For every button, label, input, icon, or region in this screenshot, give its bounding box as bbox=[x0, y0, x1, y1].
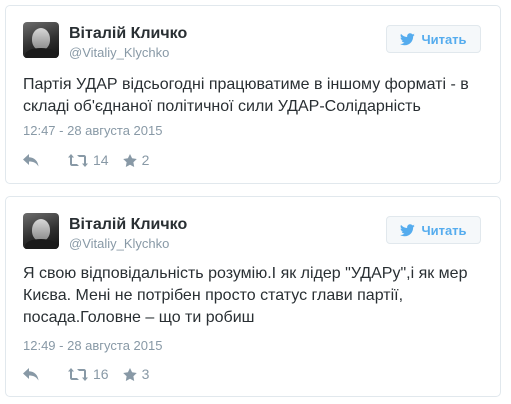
twitter-bird-icon bbox=[400, 32, 416, 45]
retweet-count: 14 bbox=[93, 152, 109, 168]
follow-button[interactable]: Читать bbox=[386, 216, 481, 244]
avatar[interactable] bbox=[23, 22, 59, 58]
retweet-icon bbox=[68, 367, 88, 381]
retweet-button[interactable]: 16 bbox=[68, 366, 109, 382]
favorite-button[interactable]: 2 bbox=[122, 152, 150, 168]
tweet-text: Партія УДАР відсьогодні працюватиме в ін… bbox=[23, 76, 474, 115]
favorite-count: 3 bbox=[141, 366, 150, 382]
reply-icon bbox=[23, 153, 39, 166]
reply-icon bbox=[23, 367, 39, 380]
author-name[interactable]: Віталій Кличко bbox=[69, 216, 187, 234]
retweet-count: 16 bbox=[93, 366, 109, 382]
reply-button[interactable] bbox=[23, 367, 39, 381]
author-handle[interactable]: @Vitaliy_Klychko bbox=[69, 45, 169, 60]
author-name[interactable]: Віталій Кличко bbox=[69, 25, 187, 43]
retweet-icon bbox=[68, 153, 88, 167]
follow-button[interactable]: Читать bbox=[386, 25, 481, 53]
twitter-bird-icon bbox=[400, 223, 416, 236]
avatar[interactable] bbox=[23, 213, 59, 249]
favorite-count: 2 bbox=[141, 152, 150, 168]
follow-label: Читать bbox=[421, 222, 467, 238]
star-icon bbox=[122, 153, 137, 167]
tweet-timestamp[interactable]: 12:47 - 28 августа 2015 bbox=[23, 123, 162, 138]
tweet-actions: 14 2 bbox=[23, 150, 149, 170]
star-icon bbox=[122, 367, 137, 381]
tweet-card: Віталій Кличко @Vitaliy_Klychko Читать П… bbox=[5, 5, 501, 184]
tweet-timestamp[interactable]: 12:49 - 28 августа 2015 bbox=[23, 338, 162, 353]
author-handle[interactable]: @Vitaliy_Klychko bbox=[69, 236, 169, 251]
retweet-button[interactable]: 14 bbox=[68, 152, 109, 168]
tweet-card: Віталій Кличко @Vitaliy_Klychko Читать Я… bbox=[5, 196, 501, 397]
follow-label: Читать bbox=[421, 31, 467, 47]
favorite-button[interactable]: 3 bbox=[122, 366, 150, 382]
reply-button[interactable] bbox=[23, 153, 39, 167]
tweet-text: Я свою відповідальність розумію.І як лід… bbox=[23, 265, 472, 326]
tweet-actions: 16 3 bbox=[23, 364, 149, 384]
